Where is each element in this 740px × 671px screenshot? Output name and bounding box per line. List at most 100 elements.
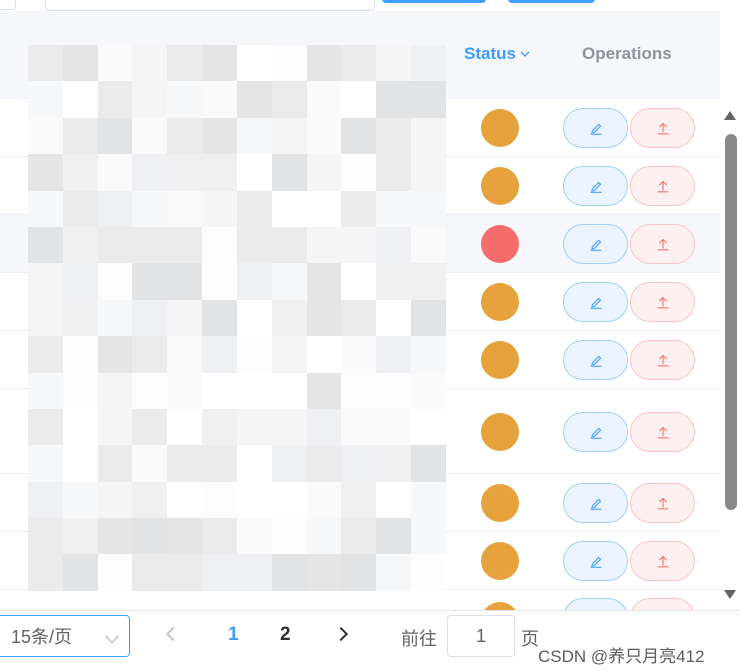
upload-button[interactable]	[630, 166, 695, 206]
scroll-down-arrow-icon[interactable]	[724, 590, 736, 599]
mosaic-cell	[306, 554, 342, 591]
status-indicator	[481, 109, 519, 147]
edit-button[interactable]	[563, 541, 628, 581]
upload-button[interactable]	[630, 224, 695, 264]
upload-button[interactable]	[630, 282, 695, 322]
edit-icon	[590, 297, 601, 309]
mosaic-cell	[376, 81, 412, 118]
edit-button[interactable]	[563, 282, 628, 322]
status-indicator	[481, 225, 519, 263]
mosaic-cell	[341, 372, 377, 409]
mosaic-cell	[28, 336, 63, 373]
mosaic-cell	[132, 299, 168, 337]
edit-button[interactable]	[563, 108, 628, 148]
status-column-header[interactable]: Status	[464, 44, 531, 64]
mosaic-cell	[62, 336, 98, 373]
scrollbar-thumb[interactable]	[725, 134, 737, 510]
status-indicator	[481, 484, 519, 522]
edit-button[interactable]	[563, 411, 628, 452]
mosaic-cell	[376, 554, 412, 591]
search-input[interactable]	[45, 0, 375, 11]
mosaic-cell	[28, 518, 63, 555]
watermark: CSDN @养只月亮412	[538, 647, 705, 666]
mosaic-cell	[236, 299, 272, 337]
mosaic-cell	[411, 372, 446, 409]
mosaic-cell	[132, 336, 168, 373]
mosaic-cell	[97, 263, 133, 300]
edit-icon	[590, 123, 601, 135]
edit-button[interactable]	[563, 340, 628, 380]
mosaic-cell	[411, 226, 446, 264]
reset-button[interactable]	[508, 0, 595, 3]
mosaic-cell	[62, 81, 98, 118]
mosaic-cell	[271, 554, 307, 591]
mosaic-cell	[202, 408, 237, 446]
mosaic-cell	[376, 299, 412, 337]
page-number-1[interactable]: 1	[228, 624, 239, 646]
mosaic-cell	[62, 117, 98, 155]
mosaic-cell	[62, 372, 98, 409]
upload-icon	[657, 354, 668, 367]
mosaic-cell	[132, 408, 168, 446]
mosaic-cell	[411, 299, 446, 337]
mosaic-cell	[202, 445, 237, 482]
mosaic-cell	[341, 445, 377, 482]
mosaic-cell	[236, 518, 272, 555]
mosaic-cell	[62, 445, 98, 482]
filter-select[interactable]	[0, 0, 16, 10]
page-number-2[interactable]: 2	[280, 624, 291, 646]
scroll-up-arrow-icon[interactable]	[724, 111, 736, 120]
mosaic-cell	[306, 336, 342, 373]
mosaic-cell	[236, 190, 272, 227]
mosaic-cell	[306, 263, 342, 300]
mosaic-cell	[132, 190, 168, 227]
edit-button[interactable]	[563, 224, 628, 264]
mosaic-cell	[236, 372, 272, 409]
mosaic-cell	[411, 45, 446, 82]
goto-label: 前往	[401, 629, 437, 649]
mosaic-cell	[202, 117, 237, 155]
page-size-select[interactable]: 15条/页	[0, 615, 130, 657]
mosaic-cell	[28, 408, 63, 446]
mosaic-cell	[411, 117, 446, 155]
mosaic-cell	[236, 554, 272, 591]
edit-button[interactable]	[563, 166, 628, 206]
upload-button[interactable]	[630, 483, 695, 523]
mosaic-cell	[341, 263, 377, 300]
edit-button[interactable]	[563, 483, 628, 523]
mosaic-cell	[28, 554, 63, 591]
mosaic-cell	[411, 263, 446, 300]
mosaic-cell	[132, 226, 168, 264]
mosaic-cell	[202, 481, 237, 519]
page-size-value: 15条/页	[11, 627, 73, 647]
search-button[interactable]	[382, 0, 486, 3]
mosaic-cell	[376, 408, 412, 446]
mosaic-cell	[62, 263, 98, 300]
mosaic-cell	[271, 45, 307, 82]
mosaic-cell	[411, 518, 446, 555]
upload-button[interactable]	[630, 541, 695, 581]
mosaic-cell	[28, 190, 63, 227]
status-indicator	[481, 167, 519, 205]
mosaic-cell	[271, 117, 307, 155]
mosaic-cell	[411, 336, 446, 373]
mosaic-cell	[62, 518, 98, 555]
upload-button[interactable]	[630, 340, 695, 380]
prev-page-icon[interactable]	[165, 626, 181, 642]
mosaic-cell	[341, 554, 377, 591]
mosaic-cell	[132, 45, 168, 82]
mosaic-cell	[306, 45, 342, 82]
mosaic-cell	[271, 518, 307, 555]
mosaic-cell	[306, 81, 342, 118]
mosaic-cell	[62, 554, 98, 591]
mosaic-cell	[167, 263, 203, 300]
mosaic-cell	[411, 408, 446, 446]
next-page-icon[interactable]	[333, 626, 349, 642]
mosaic-cell	[411, 190, 446, 227]
mosaic-cell	[167, 336, 203, 373]
goto-page-input[interactable]: 1	[447, 615, 515, 657]
upload-button[interactable]	[630, 411, 695, 452]
upload-button[interactable]	[630, 108, 695, 148]
status-indicator	[481, 341, 519, 379]
mosaic-cell	[132, 554, 168, 591]
